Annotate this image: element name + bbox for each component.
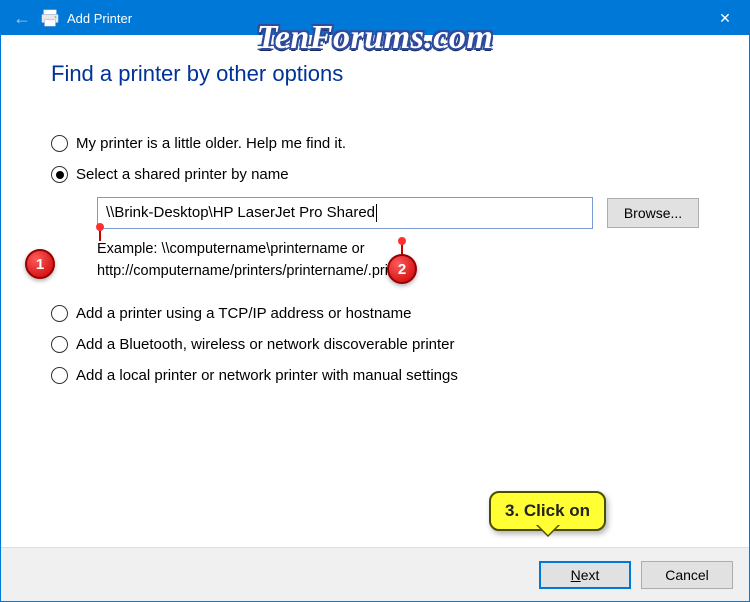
- option-label: Add a printer using a TCP/IP address or …: [76, 305, 411, 322]
- option-local-printer[interactable]: Add a local printer or network printer w…: [51, 367, 699, 384]
- printer-path-input[interactable]: \\Brink-Desktop\HP LaserJet Pro Shared: [97, 197, 593, 229]
- radio-icon[interactable]: [51, 367, 68, 384]
- option-label: Select a shared printer by name: [76, 166, 289, 183]
- content-area: Find a printer by other options My print…: [1, 35, 749, 408]
- cancel-button[interactable]: Cancel: [641, 561, 733, 589]
- printer-path-value: \\Brink-Desktop\HP LaserJet Pro Shared: [106, 204, 375, 221]
- page-heading: Find a printer by other options: [51, 61, 699, 87]
- radio-icon[interactable]: [51, 135, 68, 152]
- option-bluetooth[interactable]: Add a Bluetooth, wireless or network dis…: [51, 336, 699, 353]
- close-button[interactable]: ✕: [701, 1, 749, 35]
- option-tcpip[interactable]: Add a printer using a TCP/IP address or …: [51, 305, 699, 322]
- window-title: Add Printer: [67, 11, 132, 26]
- radio-icon[interactable]: [51, 336, 68, 353]
- browse-button[interactable]: Browse...: [607, 198, 699, 228]
- annotation-pin-2: [401, 241, 403, 255]
- option-label: Add a local printer or network printer w…: [76, 367, 458, 384]
- radio-icon[interactable]: [51, 305, 68, 322]
- text-caret: [376, 204, 377, 222]
- annotation-pin-1: [99, 227, 101, 241]
- option-label: Add a Bluetooth, wireless or network dis…: [76, 336, 455, 353]
- annotation-marker-1: 1: [25, 249, 55, 279]
- shared-printer-input-row: \\Brink-Desktop\HP LaserJet Pro Shared B…: [97, 197, 699, 229]
- annotation-callout-3: 3. Click on: [489, 491, 606, 531]
- next-label-rest: ext: [581, 567, 600, 583]
- radio-icon-selected[interactable]: [51, 166, 68, 183]
- option-older-printer[interactable]: My printer is a little older. Help me fi…: [51, 135, 699, 152]
- back-arrow-icon[interactable]: ←: [1, 1, 37, 35]
- option-label: My printer is a little older. Help me fi…: [76, 135, 346, 152]
- titlebar: ← Add Printer ✕: [1, 1, 749, 35]
- printer-icon: [39, 7, 61, 29]
- next-button[interactable]: Next: [539, 561, 631, 589]
- annotation-marker-2: 2: [387, 254, 417, 284]
- option-shared-printer[interactable]: Select a shared printer by name: [51, 166, 699, 183]
- footer-bar: Next Cancel: [1, 547, 749, 601]
